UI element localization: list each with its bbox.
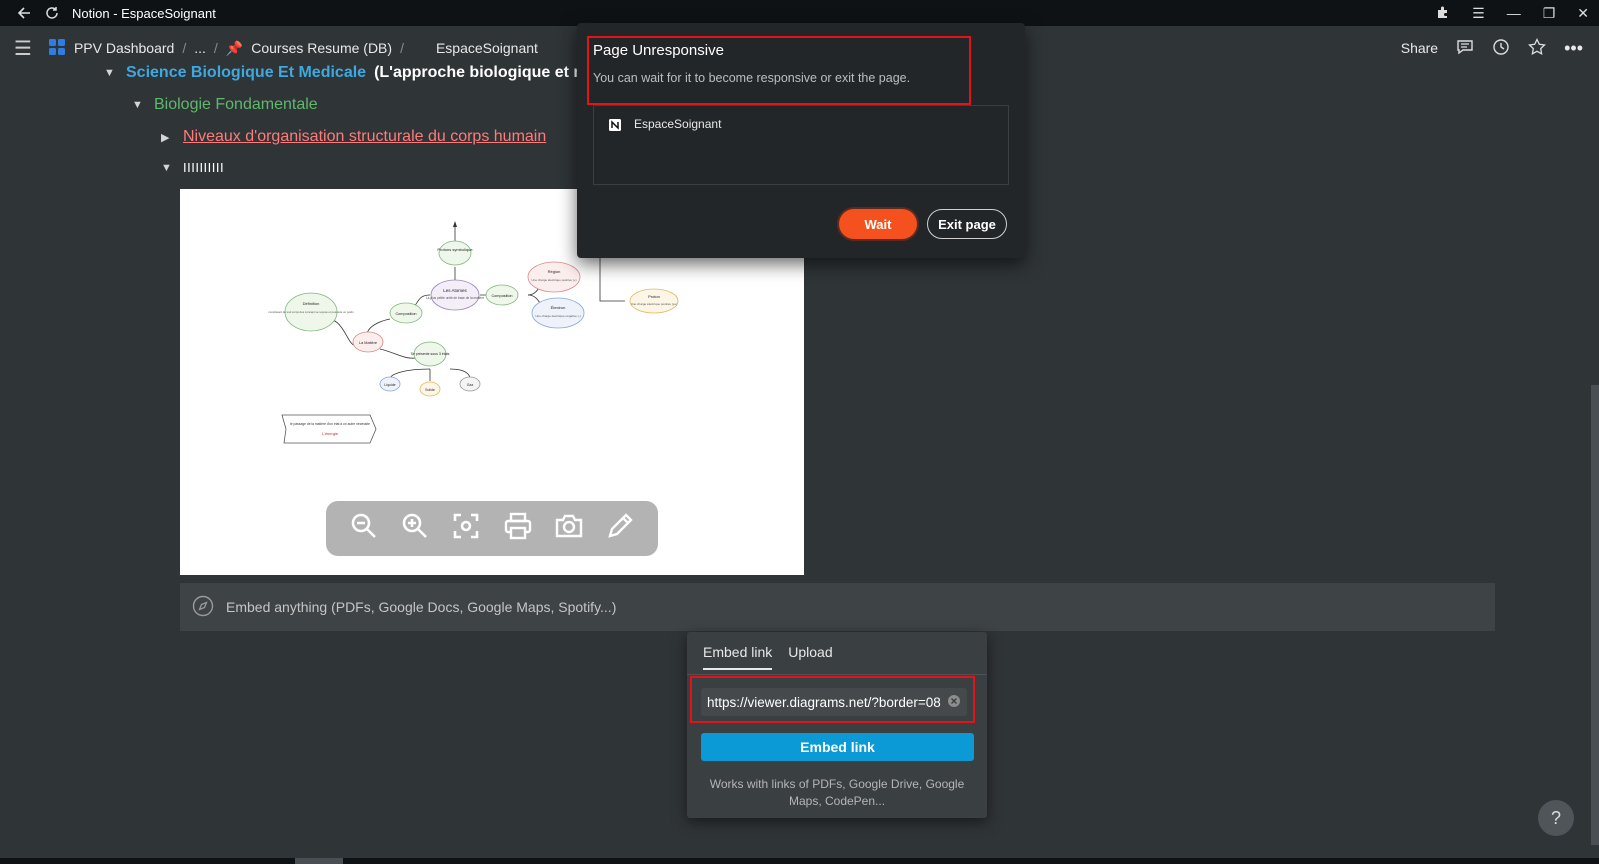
vertical-scrollbar[interactable] <box>1591 385 1599 845</box>
node-electron-sub: Une charge électrique négative (-) <box>535 314 580 318</box>
zoom-in-icon[interactable] <box>400 511 430 546</box>
restore-icon[interactable]: ❐ <box>1543 5 1556 22</box>
node-proton-top: Protons symbolique <box>437 247 473 252</box>
topbar-actions: Share ••• <box>1401 26 1583 70</box>
tree-row-biologie[interactable]: ▼ Biologie Fondamentale <box>132 96 318 114</box>
scrollbar-thumb[interactable] <box>295 858 343 864</box>
node-definition: Définition <box>303 301 320 306</box>
toggle-expanded-icon[interactable]: ▼ <box>132 99 148 111</box>
toggle-expanded-icon[interactable]: ▼ <box>161 162 177 174</box>
dialog-page-box: EspaceSoignant <box>593 105 1009 185</box>
tree-link-niveaux[interactable]: Niveaux d'organisation structurale du co… <box>183 128 546 146</box>
node-definition-sub: constituant de tout corps des concept se… <box>268 310 354 314</box>
node-note-red: L'énergie <box>322 431 339 436</box>
menu-lines-icon[interactable]: ☰ <box>1472 5 1485 22</box>
camera-icon[interactable] <box>554 511 584 546</box>
tab-embed-link[interactable]: Embed link <box>703 644 773 670</box>
extensions-icon[interactable] <box>1436 5 1450 22</box>
tree-text-bars: IIIIIIIIII <box>183 160 225 175</box>
breadcrumb-separator: / <box>213 40 218 56</box>
node-proton: Proton <box>648 294 660 299</box>
reload-icon[interactable] <box>42 3 62 23</box>
breadcrumb-current[interactable]: EspaceSoignant <box>436 40 538 56</box>
compass-icon <box>192 595 214 620</box>
embed-placeholder: Embed anything (PDFs, Google Docs, Googl… <box>226 599 617 615</box>
dialog-header-highlight <box>587 36 971 105</box>
hamburger-icon[interactable]: ☰ <box>14 36 32 61</box>
notion-dashboard-icon <box>48 38 66 59</box>
breadcrumb-separator: / <box>400 40 404 56</box>
tree-row-niveaux[interactable]: ▶ Niveaux d'organisation structurale du … <box>161 128 546 146</box>
node-note: le passage de la matière d'un état à un … <box>290 422 370 426</box>
breadcrumb-parent[interactable]: Courses Resume (DB) <box>251 40 392 56</box>
node-atomes-sub: La plus petite unité de base de la matiè… <box>426 296 485 300</box>
tree-row-science[interactable]: ▼ Science Biologique Et Medicale (L'appr… <box>104 64 606 82</box>
share-button[interactable]: Share <box>1401 40 1438 56</box>
node-region: Région <box>548 269 561 274</box>
node-solide: Solide <box>425 388 435 392</box>
breadcrumb-ellipsis[interactable]: ... <box>194 40 206 56</box>
minimize-icon[interactable]: — <box>1507 5 1521 21</box>
diagram-viewer-toolbar <box>326 501 658 556</box>
history-icon[interactable] <box>1492 38 1510 59</box>
tree-link-science[interactable]: Science Biologique Et Medicale <box>126 64 366 82</box>
more-icon[interactable]: ••• <box>1564 38 1583 59</box>
window-controls: ☰ — ❐ ✕ <box>1436 0 1589 26</box>
notion-logo-icon <box>608 118 622 137</box>
node-liquide: Liquide <box>384 383 395 387</box>
embed-hint: Works with links of PDFs, Google Drive, … <box>709 777 965 808</box>
node-composition-right: Composition <box>491 294 512 298</box>
wait-button[interactable]: Wait <box>839 209 917 239</box>
edit-icon[interactable] <box>605 511 635 546</box>
embed-popup: Embed link Upload https://viewer.diagram… <box>687 632 987 818</box>
url-input-highlight <box>690 676 975 723</box>
window-title: Notion - EspaceSoignant <box>72 5 216 21</box>
dialog-page-name: EspaceSoignant <box>634 117 722 131</box>
back-arrow-icon[interactable] <box>14 3 34 23</box>
node-composition-left: Composition <box>395 312 416 316</box>
exit-page-button[interactable]: Exit page <box>927 209 1007 239</box>
node-electron: Électron <box>551 305 566 310</box>
node-atomes: Les Atomes <box>443 288 467 293</box>
tab-upload[interactable]: Upload <box>788 644 832 670</box>
node-matiere: La Matière <box>359 341 377 345</box>
embed-block[interactable]: Embed anything (PDFs, Google Docs, Googl… <box>180 583 1495 631</box>
node-proton-sub: Une charge électrique positive (p+) <box>631 302 678 306</box>
tree-row-bars[interactable]: ▼ IIIIIIIIII <box>161 160 224 175</box>
fit-icon[interactable] <box>451 511 481 546</box>
close-icon[interactable]: ✕ <box>1577 5 1589 22</box>
node-region-sub: Une charge électrique positive (+) <box>532 278 577 282</box>
zoom-out-icon[interactable] <box>349 511 379 546</box>
horizontal-scrollbar[interactable] <box>0 858 1599 864</box>
toggle-collapsed-icon[interactable]: ▶ <box>161 131 177 144</box>
tree-text-science: (L'approche biologique et méd <box>374 64 607 81</box>
toggle-expanded-icon[interactable]: ▼ <box>104 67 120 79</box>
node-etats: Se présente sous 3 états <box>411 352 450 356</box>
embed-tabs: Embed link Upload <box>703 644 833 670</box>
tabs-divider <box>687 674 987 675</box>
print-icon[interactable] <box>503 511 533 546</box>
breadcrumb-separator: / <box>182 40 187 56</box>
help-button[interactable]: ? <box>1538 800 1574 836</box>
embed-link-button[interactable]: Embed link <box>701 733 974 761</box>
pin-icon: 📌 <box>225 39 244 56</box>
breadcrumb-workspace[interactable]: PPV Dashboard <box>74 40 174 56</box>
node-gaz: Gaz <box>467 383 474 387</box>
tree-text-biologie[interactable]: Biologie Fondamentale <box>154 96 318 114</box>
star-icon[interactable] <box>1528 37 1547 59</box>
comment-icon[interactable] <box>1456 38 1474 59</box>
